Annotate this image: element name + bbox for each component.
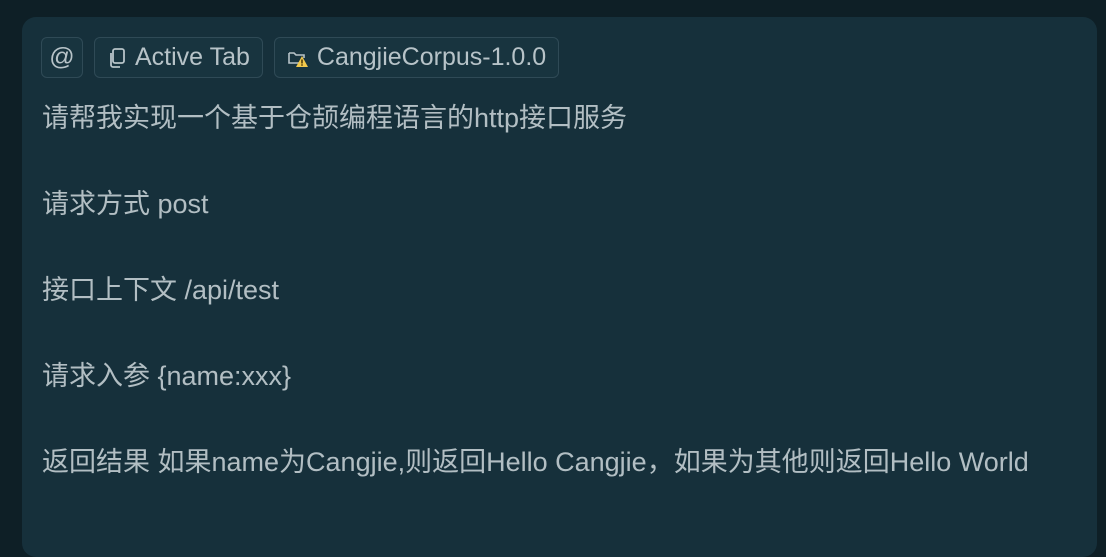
message-line: 返回结果 如果name为Cangjie,则返回Hello Cangjie，如果为… [42,447,1029,477]
project-chip[interactable]: CangjieCorpus-1.0.0 [273,37,560,78]
project-label: CangjieCorpus-1.0.0 [316,43,547,71]
message-line: 请求方式 post [42,189,209,219]
message-line: 请帮我实现一个基于仓颉编程语言的http接口服务 [42,103,628,133]
folder-warning-icon [287,48,309,68]
context-chips: @ Active Tab CangjieCorpus-1.0.0 [41,37,560,78]
active-tab-chip[interactable]: Active Tab [94,37,263,78]
at-icon: @ [49,43,75,71]
message-line: 请求入参 {name:xxx} [42,361,292,391]
copy-file-icon [107,47,127,69]
chat-input-panel[interactable]: @ Active Tab CangjieCorpus-1.0.0 请帮我实现一个… [22,17,1097,557]
message-line: 接口上下文 /api/test [42,275,280,305]
message-text[interactable]: 请帮我实现一个基于仓颉编程语言的http接口服务 请求方式 post 接口上下文… [42,97,1072,484]
mention-button[interactable]: @ [41,37,83,78]
active-tab-label: Active Tab [135,43,250,71]
